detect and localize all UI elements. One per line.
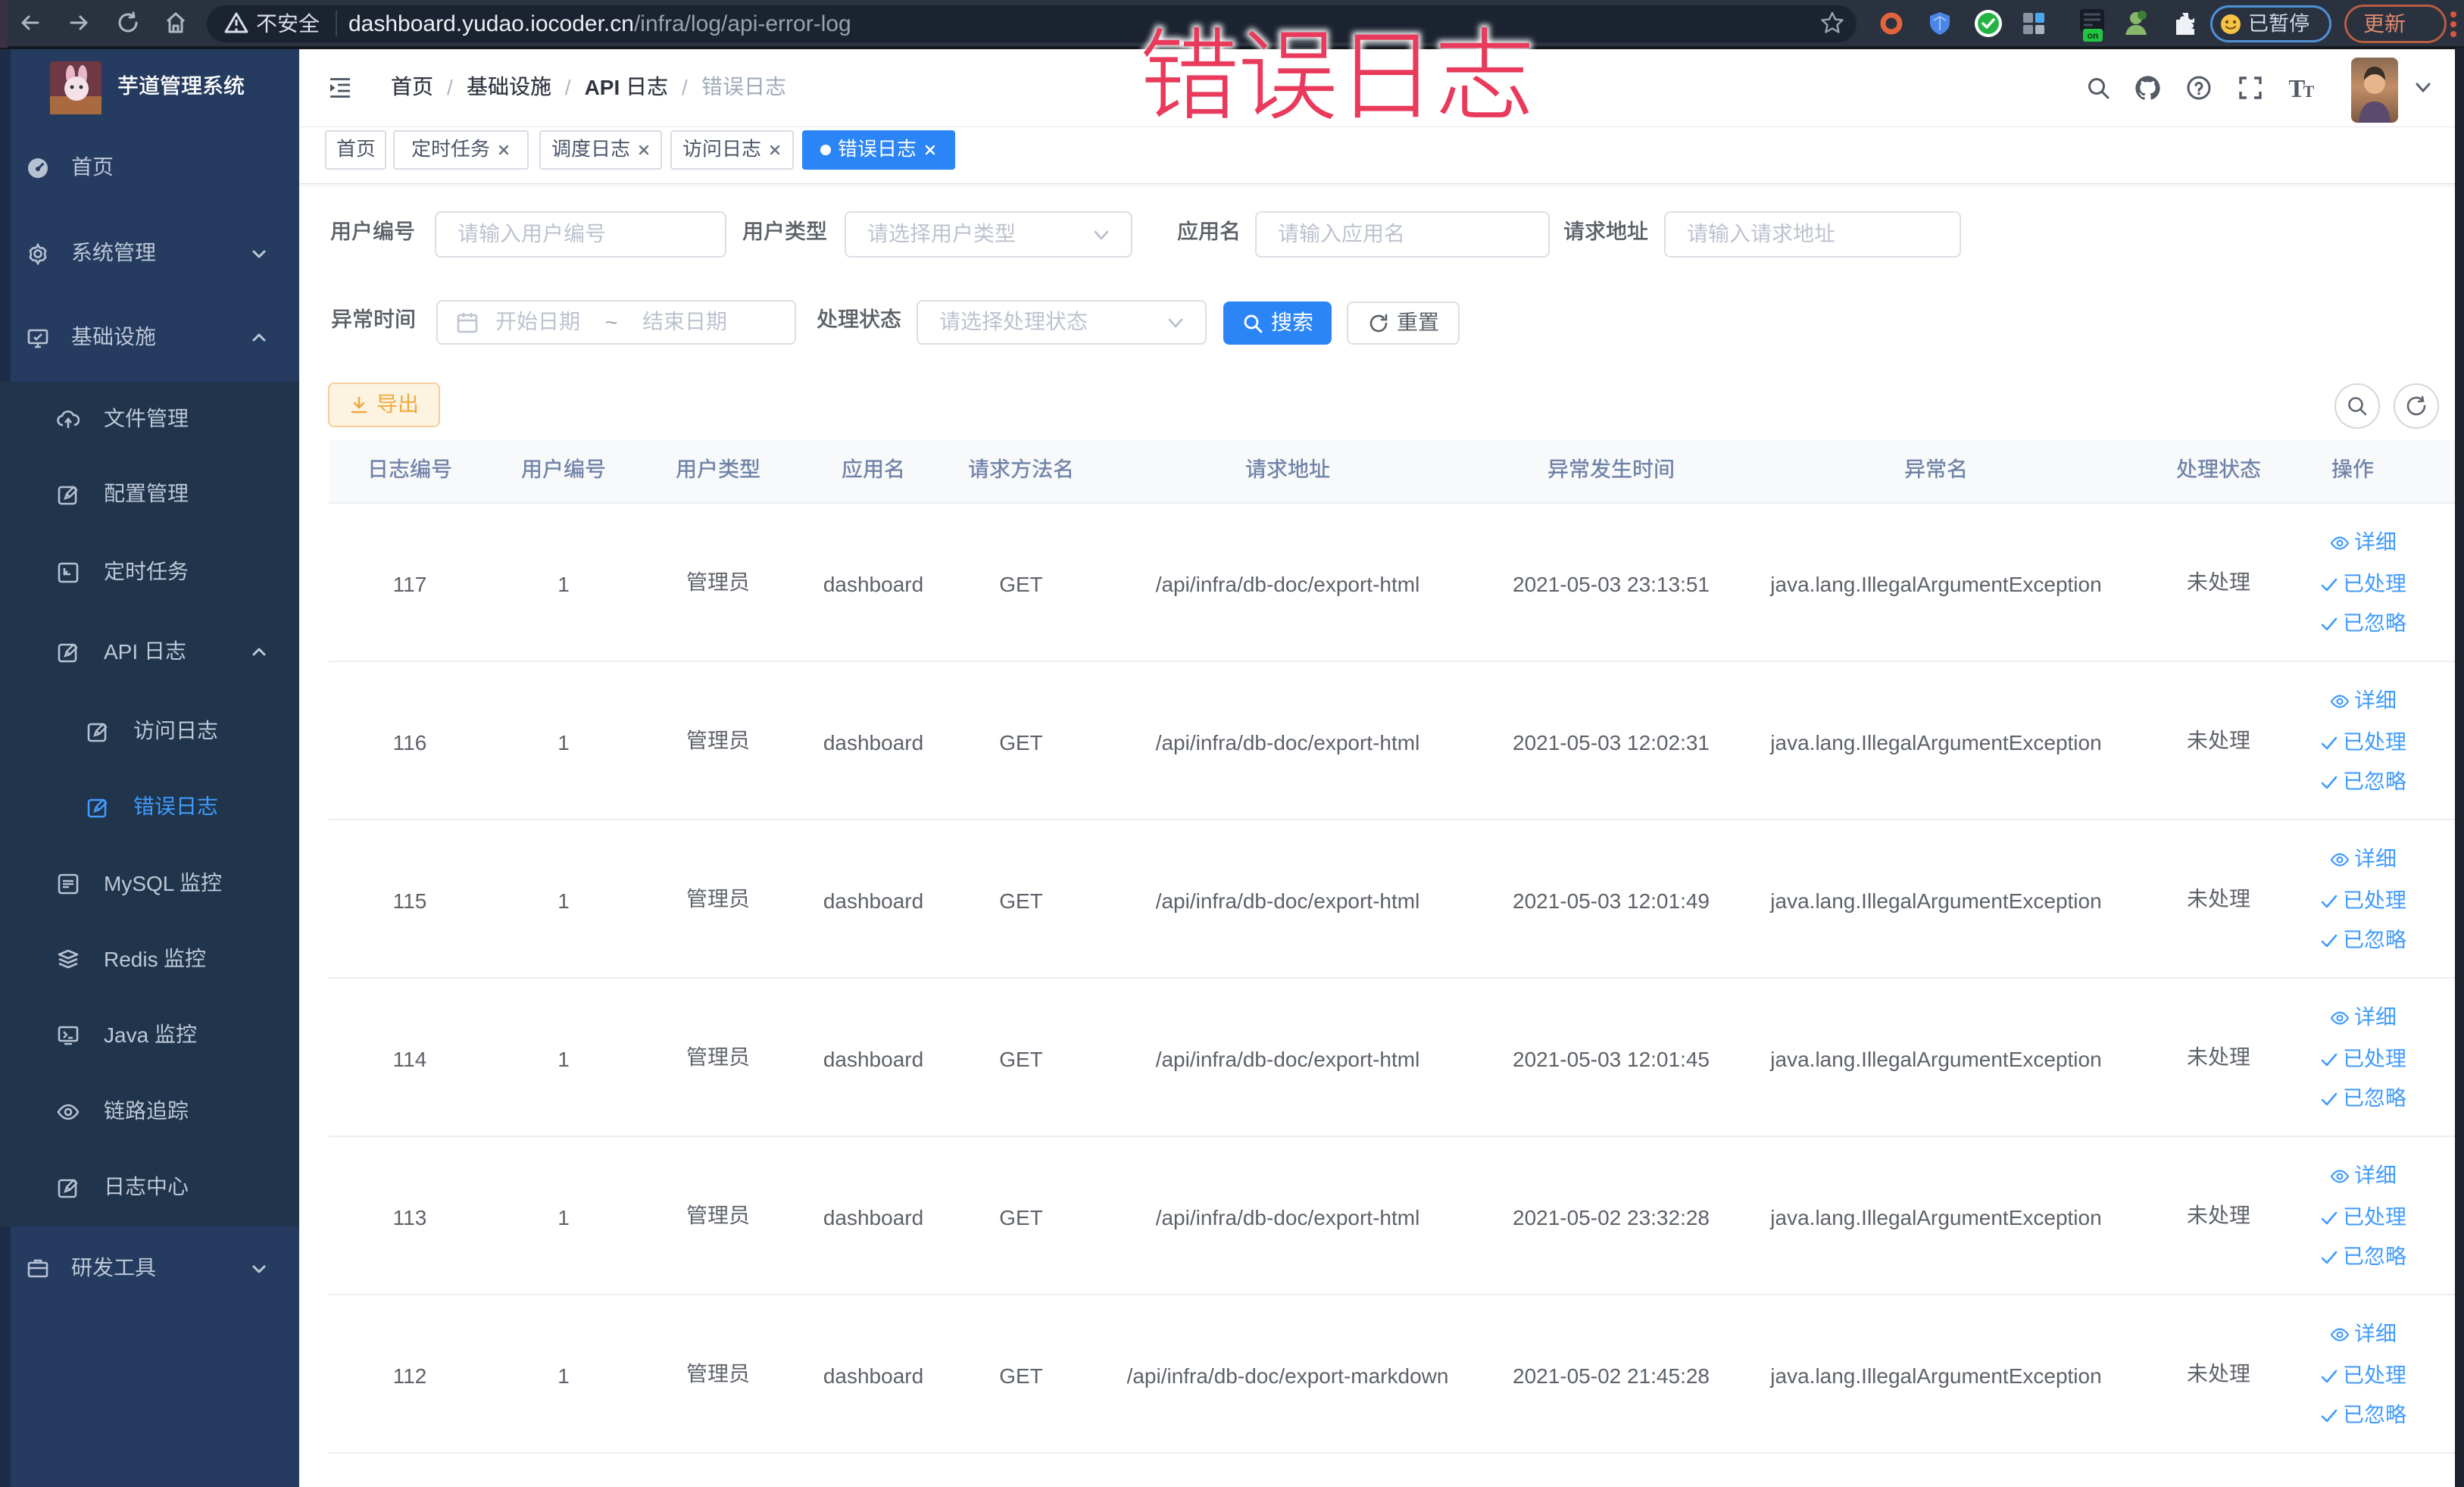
svg-text:on: on (2088, 30, 2099, 41)
svg-text:T: T (2303, 82, 2315, 100)
